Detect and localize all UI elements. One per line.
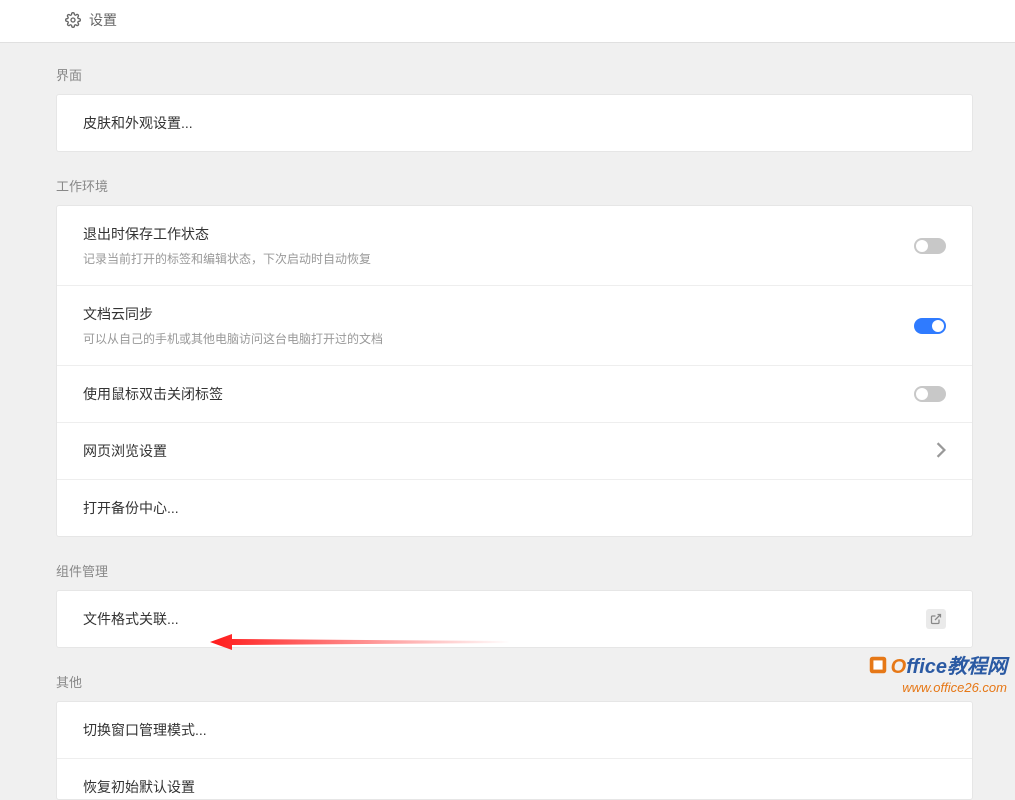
watermark-brand-o: O (891, 655, 907, 677)
dblclick-close-toggle[interactable] (914, 386, 946, 402)
cloud-sync-title: 文档云同步 (83, 304, 383, 324)
page-title: 设置 (89, 10, 117, 30)
save-on-exit-desc: 记录当前打开的标签和编辑状态，下次启动时自动恢复 (83, 250, 371, 267)
cloud-sync-row[interactable]: 文档云同步 可以从自己的手机或其他电脑访问这台电脑打开过的文档 (57, 285, 972, 365)
save-on-exit-title: 退出时保存工作状态 (83, 224, 371, 244)
web-browse-row[interactable]: 网页浏览设置 (57, 422, 972, 479)
watermark-icon (867, 654, 889, 681)
save-on-exit-toggle[interactable] (914, 238, 946, 254)
backup-center-row[interactable]: 打开备份中心... (57, 479, 972, 536)
dblclick-close-title: 使用鼠标双击关闭标签 (83, 384, 223, 404)
settings-content: 界面 皮肤和外观设置... 工作环境 退出时保存工作状态 记录当前打开的标签和编… (0, 43, 1015, 800)
dblclick-close-row[interactable]: 使用鼠标双击关闭标签 (57, 365, 972, 422)
restore-default-label: 恢复初始默认设置 (83, 777, 195, 797)
external-link-icon (926, 609, 946, 629)
window-mode-label: 切换窗口管理模式... (83, 720, 207, 740)
chevron-right-icon (936, 442, 946, 461)
watermark-url: www.office26.com (867, 681, 1007, 695)
section-label-work-env: 工作环境 (56, 176, 973, 195)
cloud-sync-toggle[interactable] (914, 318, 946, 334)
section-label-other: 其他 (56, 672, 973, 691)
window-mode-row[interactable]: 切换窗口管理模式... (57, 702, 972, 758)
interface-card: 皮肤和外观设置... (56, 94, 973, 152)
watermark: Office教程网 www.office26.com (867, 654, 1007, 695)
watermark-brand-rest: ffice教程网 (906, 655, 1007, 677)
section-label-interface: 界面 (56, 65, 973, 84)
web-browse-title: 网页浏览设置 (83, 441, 167, 461)
cloud-sync-desc: 可以从自己的手机或其他电脑访问这台电脑打开过的文档 (83, 330, 383, 347)
file-assoc-label: 文件格式关联... (83, 609, 179, 629)
settings-header: 设置 (0, 0, 1015, 43)
restore-default-row[interactable]: 恢复初始默认设置 (57, 758, 972, 799)
gear-icon (65, 12, 81, 28)
section-label-component: 组件管理 (56, 561, 973, 580)
save-on-exit-row[interactable]: 退出时保存工作状态 记录当前打开的标签和编辑状态，下次启动时自动恢复 (57, 206, 972, 285)
other-card: 切换窗口管理模式... 恢复初始默认设置 (56, 701, 973, 800)
file-assoc-row[interactable]: 文件格式关联... (57, 591, 972, 647)
component-card: 文件格式关联... (56, 590, 973, 648)
skin-settings-label: 皮肤和外观设置... (83, 113, 193, 133)
skin-settings-row[interactable]: 皮肤和外观设置... (57, 95, 972, 151)
work-env-card: 退出时保存工作状态 记录当前打开的标签和编辑状态，下次启动时自动恢复 文档云同步… (56, 205, 973, 537)
backup-center-title: 打开备份中心... (83, 498, 179, 518)
